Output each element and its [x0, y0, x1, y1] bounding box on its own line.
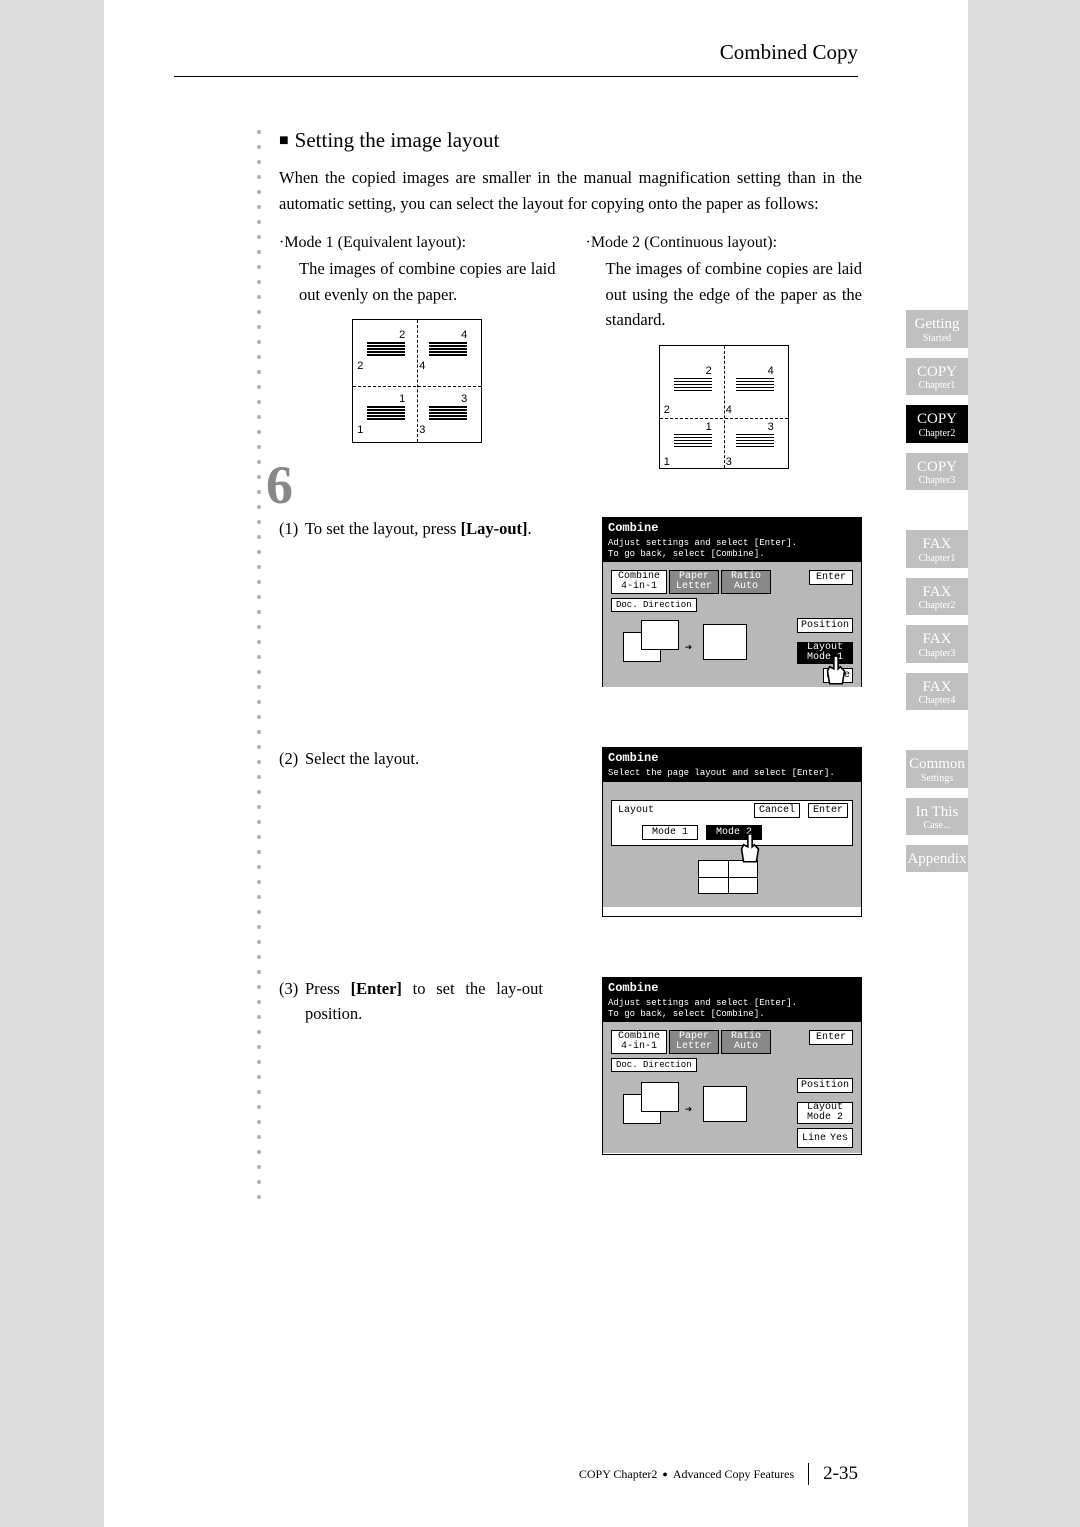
cancel-button[interactable]: Cancel — [754, 803, 800, 818]
footer-separator — [808, 1463, 809, 1485]
enter-button[interactable]: Enter — [808, 803, 848, 818]
mode2-diagram: 2 4 2 4 1 3 1 3 — [586, 345, 863, 469]
square-bullet-icon: ■ — [279, 132, 289, 149]
screen-2-title: Combine — [603, 748, 861, 768]
mode1-desc: The images of combine copies are laid ou… — [299, 256, 556, 307]
step-1-num: (1) — [279, 517, 305, 542]
side-tab[interactable]: In ThisCase... — [906, 798, 968, 836]
mode-1-button[interactable]: Mode 1 — [642, 825, 698, 840]
header-rule — [174, 76, 858, 77]
screen-3-subtitle: Adjust settings and select [Enter]. To g… — [603, 998, 861, 1023]
combine-4in1-button[interactable]: Combine4-in-1 — [611, 1030, 667, 1054]
side-tab[interactable]: FAXChapter1 — [906, 530, 968, 568]
position-button[interactable]: Position — [797, 1078, 853, 1093]
step-3-num: (3) — [279, 977, 305, 1002]
screen-3-title: Combine — [603, 978, 861, 998]
side-tab[interactable]: CommonSettings — [906, 750, 968, 788]
side-tab[interactable]: FAXChapter2 — [906, 578, 968, 616]
screen-1-title: Combine — [603, 518, 861, 538]
mode2-desc: The images of combine copies are laid ou… — [606, 256, 863, 333]
footer-section: Advanced Copy Features — [673, 1467, 794, 1482]
ratio-button[interactable]: RatioAuto — [721, 570, 771, 594]
side-tabs: GettingStarted COPYChapter1 COPYChapter2 CO… — [906, 310, 968, 872]
screen-1: Combine Adjust settings and select [Ente… — [602, 517, 862, 687]
footer-bullet-icon: ● — [662, 1469, 667, 1479]
section-heading: ■ Setting the image layout — [279, 128, 862, 153]
mode1-column: ·Mode 1 (Equivalent layout): The images … — [279, 234, 556, 469]
layout-button[interactable]: LayoutMode 2 — [797, 1102, 853, 1124]
side-tab[interactable]: FAXChapter3 — [906, 625, 968, 663]
pointer-hand-icon — [823, 654, 849, 688]
pointer-hand-icon — [737, 832, 763, 866]
mode1-title: ·Mode 1 (Equivalent layout): — [279, 234, 556, 252]
page-number: 2-35 — [823, 1463, 858, 1485]
combine-4in1-button[interactable]: Combine4-in-1 — [611, 570, 667, 594]
screen-2: Combine Select the page layout and selec… — [602, 747, 862, 917]
content-area: ■ Setting the image layout When the copie… — [279, 128, 862, 1177]
layout-label: Layout — [618, 805, 654, 816]
side-tab[interactable]: FAXChapter4 — [906, 673, 968, 711]
step-3: (3)Press [Enter] to set the lay-out posi… — [279, 977, 862, 1177]
footer-chapter: COPY Chapter2 — [579, 1467, 658, 1482]
step-2-text: (2)Select the layout. — [279, 747, 543, 772]
doc-direction-button[interactable]: Doc. Direction — [611, 598, 697, 612]
doc-direction-button[interactable]: Doc. Direction — [611, 1058, 697, 1072]
page: Combined Copy 6 ■Setting the image layou… — [104, 0, 968, 1527]
paper-button[interactable]: PaperLetter — [669, 570, 719, 594]
modes-row: ·Mode 1 (Equivalent layout): The images … — [279, 234, 862, 469]
mode2-column: ·Mode 2 (Continuous layout): The images … — [586, 234, 863, 469]
screen-2-subtitle: Select the page layout and select [Enter… — [603, 768, 861, 782]
step-2: (2)Select the layout. Combine Select the… — [279, 747, 862, 947]
section-heading-text: Setting the image layout — [295, 128, 500, 152]
section-paragraph: When the copied images are smaller in th… — [279, 165, 862, 216]
enter-button[interactable]: Enter — [809, 570, 853, 585]
side-tab[interactable]: GettingStarted — [906, 310, 968, 348]
side-tab[interactable]: COPYChapter2 — [906, 405, 968, 443]
enter-button[interactable]: Enter — [809, 1030, 853, 1045]
ratio-button[interactable]: RatioAuto — [721, 1030, 771, 1054]
mode2-title: ·Mode 2 (Continuous layout): — [586, 234, 863, 252]
footer: COPY Chapter2 ● Advanced Copy Features 2… — [579, 1463, 858, 1485]
side-tab[interactable]: COPYChapter3 — [906, 453, 968, 491]
position-button[interactable]: Position — [797, 618, 853, 633]
screen-3: Combine Adjust settings and select [Ente… — [602, 977, 862, 1155]
step-2-num: (2) — [279, 747, 305, 772]
paper-button[interactable]: PaperLetter — [669, 1030, 719, 1054]
side-tab[interactable]: COPYChapter1 — [906, 358, 968, 396]
header-title: Combined Copy — [720, 40, 858, 65]
dotted-sidebar — [257, 130, 261, 1210]
side-tab[interactable]: Appendix — [906, 845, 968, 872]
step-1: (1)To set the layout, press [Lay-out]. C… — [279, 517, 862, 717]
line-button[interactable]: LineYes — [797, 1128, 853, 1148]
step-1-text: (1)To set the layout, press [Lay-out]. — [279, 517, 543, 542]
mode1-diagram: 2 4 2 4 1 3 1 3 — [279, 319, 556, 443]
screen-1-subtitle: Adjust settings and select [Enter]. To g… — [603, 538, 861, 563]
step-3-text: (3)Press [Enter] to set the lay-out posi… — [279, 977, 543, 1027]
